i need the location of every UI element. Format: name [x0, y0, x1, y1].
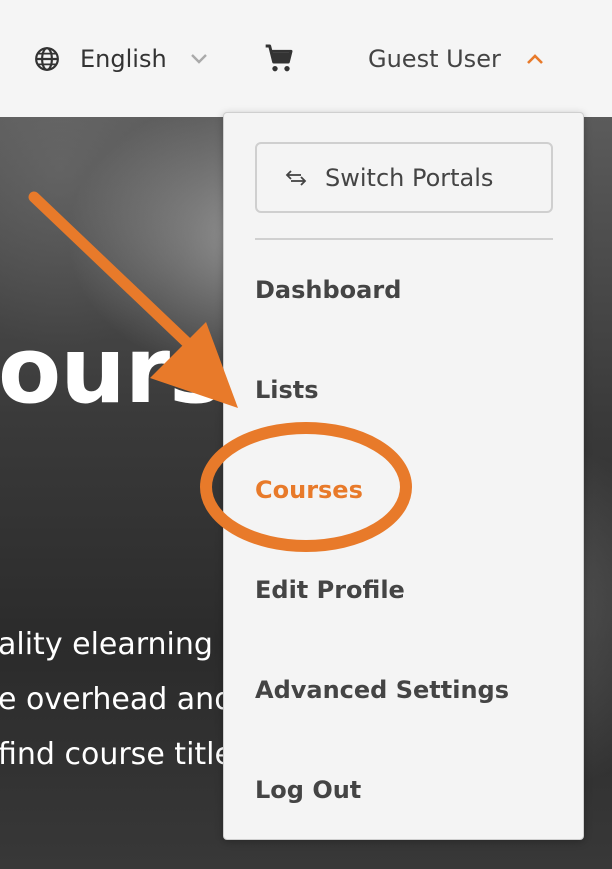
cart-icon[interactable] — [262, 42, 296, 74]
user-dropdown-menu: Switch Portals Dashboard Lists Courses E… — [223, 112, 584, 840]
menu-item-edit-profile[interactable]: Edit Profile — [255, 576, 405, 604]
menu-item-dashboard[interactable]: Dashboard — [255, 276, 401, 304]
menu-item-lists[interactable]: Lists — [255, 376, 319, 404]
language-selector[interactable]: English — [34, 44, 209, 74]
top-header: English Guest User — [0, 0, 612, 117]
swap-arrows-icon — [285, 169, 307, 186]
switch-portals-button[interactable]: Switch Portals — [255, 142, 553, 213]
switch-portals-label: Switch Portals — [325, 163, 494, 192]
hero-text-line: ality elearning c — [0, 627, 239, 662]
user-label: Guest User — [368, 45, 501, 73]
user-menu-toggle[interactable]: Guest User — [368, 44, 545, 74]
menu-divider — [255, 238, 553, 240]
menu-item-advanced-settings[interactable]: Advanced Settings — [255, 676, 509, 704]
chevron-down-icon — [190, 54, 207, 64]
chevron-up-icon — [526, 54, 543, 64]
language-label: English — [80, 45, 167, 73]
menu-item-courses[interactable]: Courses — [255, 476, 363, 504]
globe-icon — [35, 47, 59, 71]
hero-text-line: find course title — [0, 737, 233, 772]
menu-item-log-out[interactable]: Log Out — [255, 776, 361, 804]
hero-text-line: e overhead and — [0, 682, 234, 717]
